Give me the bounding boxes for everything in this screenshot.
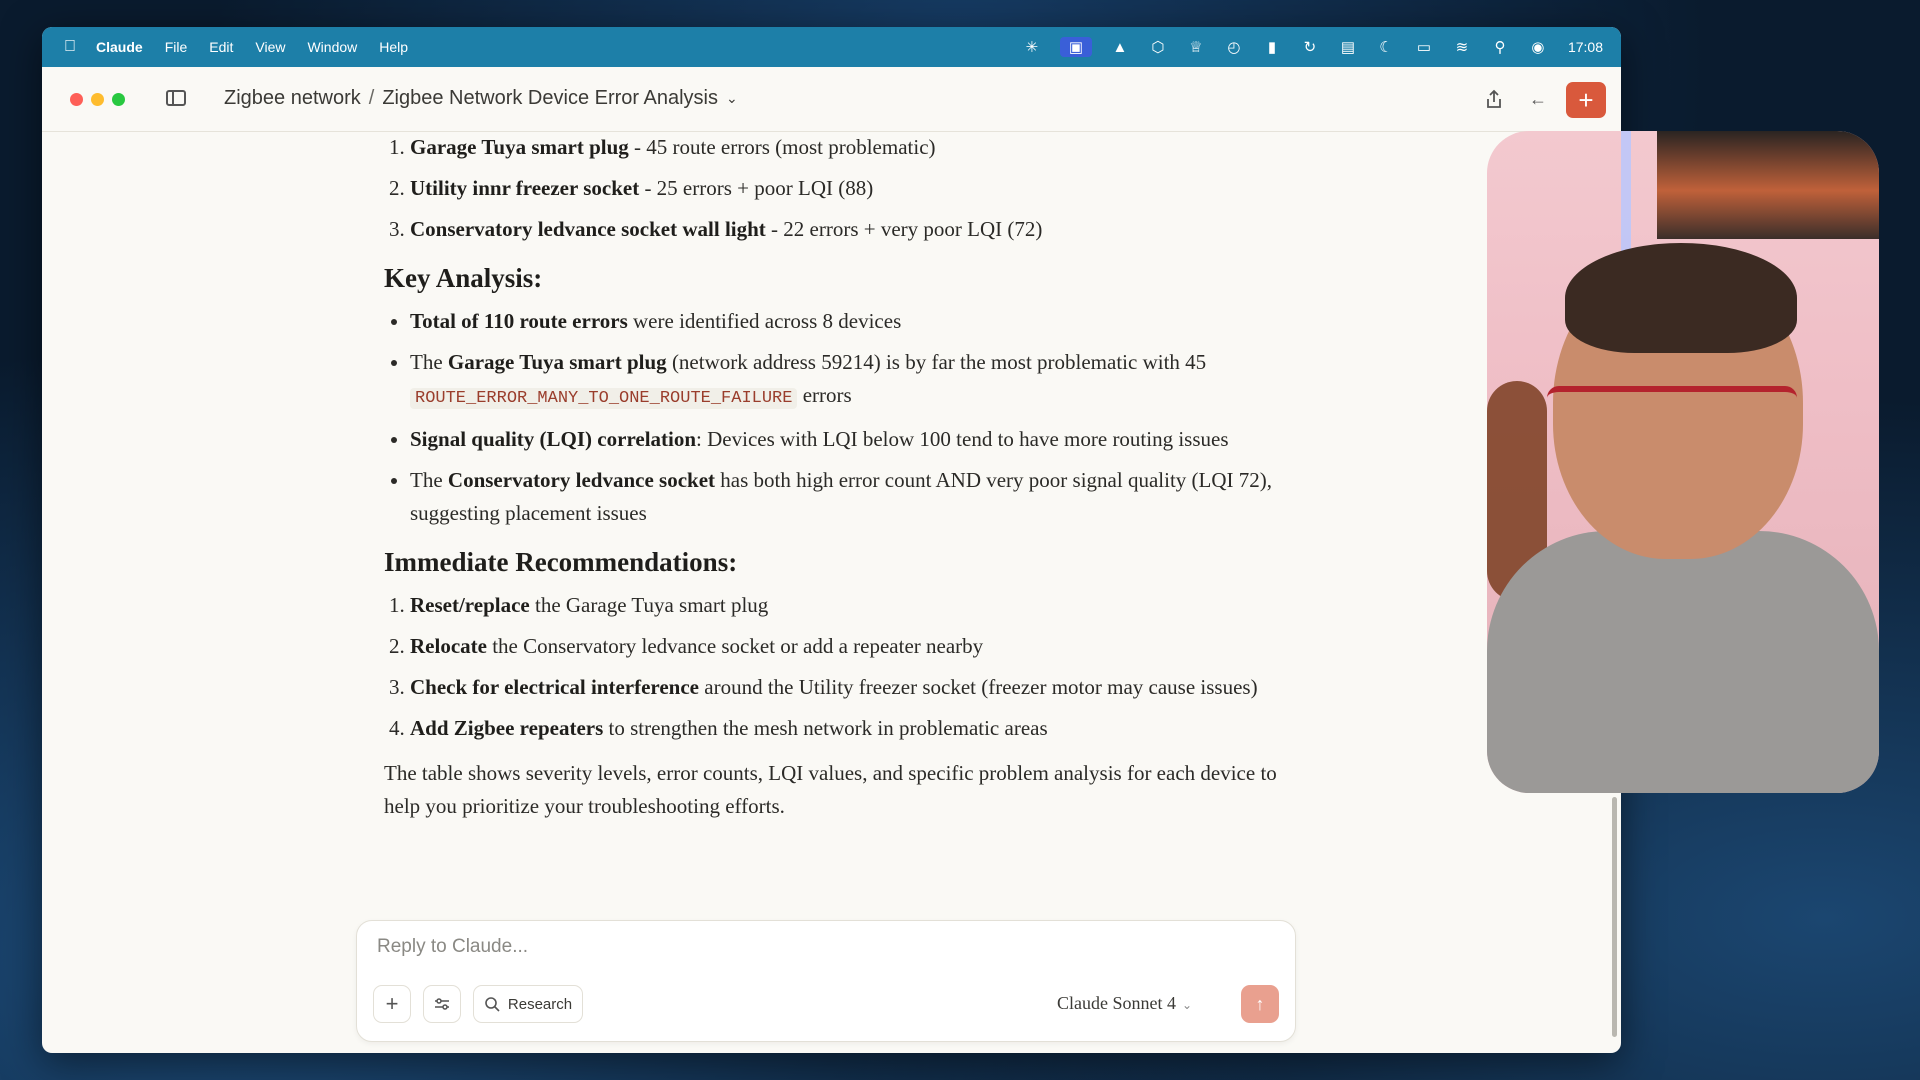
menu-view[interactable]: View [255,39,285,55]
new-chat-button[interactable]: + [1566,82,1606,118]
webcam-light-strip [1621,131,1631,251]
add-attachment-button[interactable]: + [373,985,411,1023]
model-selector[interactable]: Claude Sonnet 4 ⌄ [1057,993,1192,1014]
sync-icon[interactable]: ↻ [1300,37,1320,57]
message-content: Garage Tuya smart plug - 45 route errors… [384,131,1284,941]
scrollbar[interactable] [1612,797,1617,1037]
sparkle-icon[interactable]: ✳ [1022,37,1042,57]
list-item: The Garage Tuya smart plug (network addr… [410,346,1284,415]
tools-button[interactable] [423,985,461,1023]
menu-help[interactable]: Help [379,39,408,55]
moon-icon[interactable]: ☾ [1376,37,1396,57]
search-icon[interactable]: ⚲ [1490,37,1510,57]
list-item: Signal quality (LQI) correlation: Device… [410,423,1284,456]
list-item: Add Zigbee repeaters to strengthen the m… [410,712,1284,745]
menu-bar:  Claude File Edit View Window Help ✳ ▣ … [42,27,1621,67]
list-item: Conservatory ledvance socket wall light … [410,213,1284,246]
reply-input[interactable] [375,935,1239,959]
battery-icon[interactable]: ▭ [1414,37,1434,57]
key-analysis-list: Total of 110 route errors were identifie… [384,305,1284,530]
top-devices-list: Garage Tuya smart plug - 45 route errors… [384,131,1284,246]
apple-icon[interactable]:  [64,38,76,56]
close-window-button[interactable] [70,93,83,106]
notes-icon[interactable]: ▤ [1338,37,1358,57]
cube-icon[interactable]: ⬡ [1148,37,1168,57]
key-analysis-heading: Key Analysis: [384,263,543,293]
breadcrumb-separator: / [368,87,375,109]
chevron-down-icon: ⌄ [1182,998,1193,1012]
list-item: Relocate the Conservatory ledvance socke… [410,630,1284,663]
breadcrumb: Zigbee network / Zigbee Network Device E… [224,87,738,110]
breadcrumb-project[interactable]: Zigbee network [224,87,361,110]
closing-paragraph: The table shows severity levels, error c… [384,761,1277,818]
list-item: The Conservatory ledvance socket has bot… [410,464,1284,530]
list-item: Check for electrical interference around… [410,671,1284,704]
reply-composer: + Research Claude Sonnet 4 ⌄ ↑ [356,920,1296,1042]
webcam-shirt [1487,531,1879,793]
minimize-window-button[interactable] [91,93,104,106]
screen-mirror-icon[interactable]: ▣ [1059,37,1092,57]
title-bar: Zigbee network / Zigbee Network Device E… [42,67,1621,132]
wifi-icon[interactable]: ≋ [1452,37,1472,57]
webcam-painting [1657,131,1879,239]
model-label: Claude Sonnet 4 [1057,993,1176,1013]
recommendations-list: Reset/replace the Garage Tuya smart plug… [384,589,1284,745]
control-center-icon[interactable]: ◉ [1528,37,1548,57]
timer-icon[interactable]: ◴ [1224,37,1244,57]
webcam-glasses [1547,386,1797,432]
chevron-down-icon[interactable]: ⌄ [726,90,738,107]
menu-window[interactable]: Window [307,39,357,55]
usb-icon[interactable]: ▮ [1262,37,1282,57]
list-item: Total of 110 route errors were identifie… [410,305,1284,338]
list-item: Reset/replace the Garage Tuya smart plug [410,589,1284,622]
menu-edit[interactable]: Edit [209,39,233,55]
list-item: Garage Tuya smart plug - 45 route errors… [410,131,1284,164]
menu-app-name[interactable]: Claude [96,39,143,55]
status-area: ✳ ▣ ▲ ⬡ ♕ ◴ ▮ ↻ ▤ ☾ ▭ ≋ ⚲ ◉ 17:08 [1022,27,1603,67]
text-icon[interactable]: ▲ [1110,37,1130,57]
recommendations-heading: Immediate Recommendations: [384,547,738,577]
claude-window:  Claude File Edit View Window Help ✳ ▣ … [42,27,1621,1053]
research-button[interactable]: Research [473,985,583,1023]
back-arrow-icon[interactable]: ← [1526,87,1550,111]
zoom-window-button[interactable] [112,93,125,106]
inline-code: ROUTE_ERROR_MANY_TO_ONE_ROUTE_FAILURE [410,388,798,409]
sliders-icon [435,998,449,1010]
webcam-hair [1565,243,1797,353]
conversation-title[interactable]: Zigbee Network Device Error Analysis [382,87,718,110]
send-button[interactable]: ↑ [1241,985,1279,1023]
research-label: Research [507,995,573,1013]
share-icon[interactable] [1482,87,1506,111]
figure-icon[interactable]: ♕ [1186,37,1206,57]
list-item: Utility innr freezer socket - 25 errors … [410,172,1284,205]
search-icon [485,997,500,1012]
webcam-overlay [1487,131,1879,793]
sidebar-toggle-icon[interactable] [166,90,186,106]
menu-file[interactable]: File [165,39,188,55]
menu-clock[interactable]: 17:08 [1568,39,1603,55]
